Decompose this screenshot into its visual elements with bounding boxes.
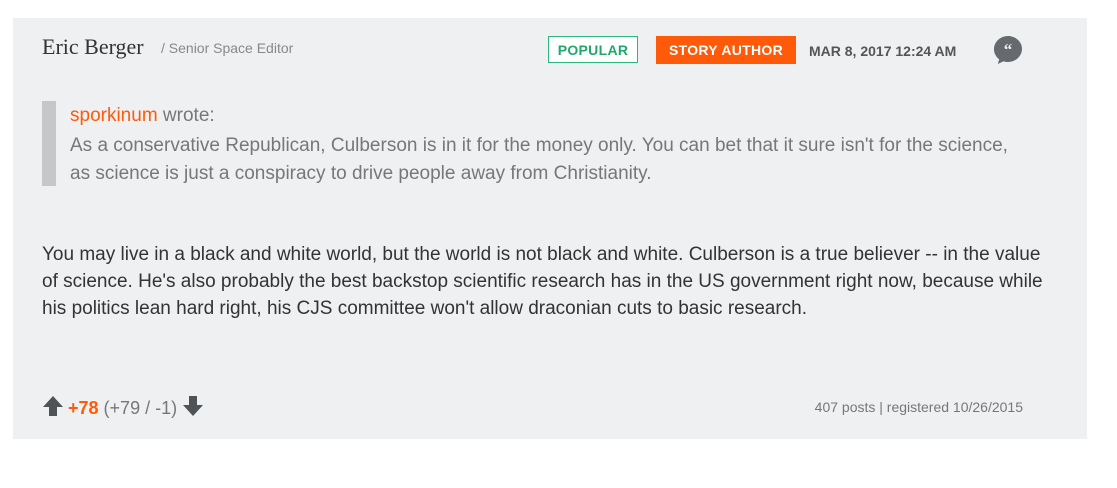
quoted-username[interactable]: sporkinum <box>70 105 158 126</box>
up-arrow-icon <box>43 395 63 416</box>
quote-text: As a conservative Republican, Culberson … <box>70 135 1008 184</box>
comment-body: You may live in a black and white world,… <box>42 244 1043 319</box>
quote-wrote-label: wrote: <box>157 105 215 126</box>
vote-score: +78 <box>68 397 99 418</box>
comment-timestamp[interactable]: MAR 8, 2017 12:24 AM <box>809 43 956 59</box>
quote-icon: “ <box>994 36 1022 64</box>
vote-breakdown: (+79 / -1) <box>103 397 178 418</box>
downvote-button[interactable] <box>182 395 204 422</box>
vote-area: +78 (+79 / -1) <box>42 395 204 422</box>
quote-button[interactable]: “ <box>992 34 1024 66</box>
quote-bar <box>42 101 56 186</box>
author-title: / Senior Space Editor <box>161 40 294 56</box>
svg-text:“: “ <box>1004 40 1013 59</box>
upvote-button[interactable] <box>42 395 64 422</box>
down-arrow-icon <box>183 395 204 416</box>
author-name[interactable]: Eric Berger <box>42 34 144 60</box>
popular-badge: POPULAR <box>548 36 638 63</box>
comment-card: Eric Berger / Senior Space Editor POPULA… <box>13 18 1087 439</box>
user-stats: 407 posts | registered 10/26/2015 <box>814 399 1023 415</box>
quote-header: sporkinum wrote: <box>70 105 215 127</box>
quoted-comment: sporkinum wrote: As a conservative Repub… <box>42 101 1022 186</box>
story-author-badge: STORY AUTHOR <box>656 36 796 64</box>
